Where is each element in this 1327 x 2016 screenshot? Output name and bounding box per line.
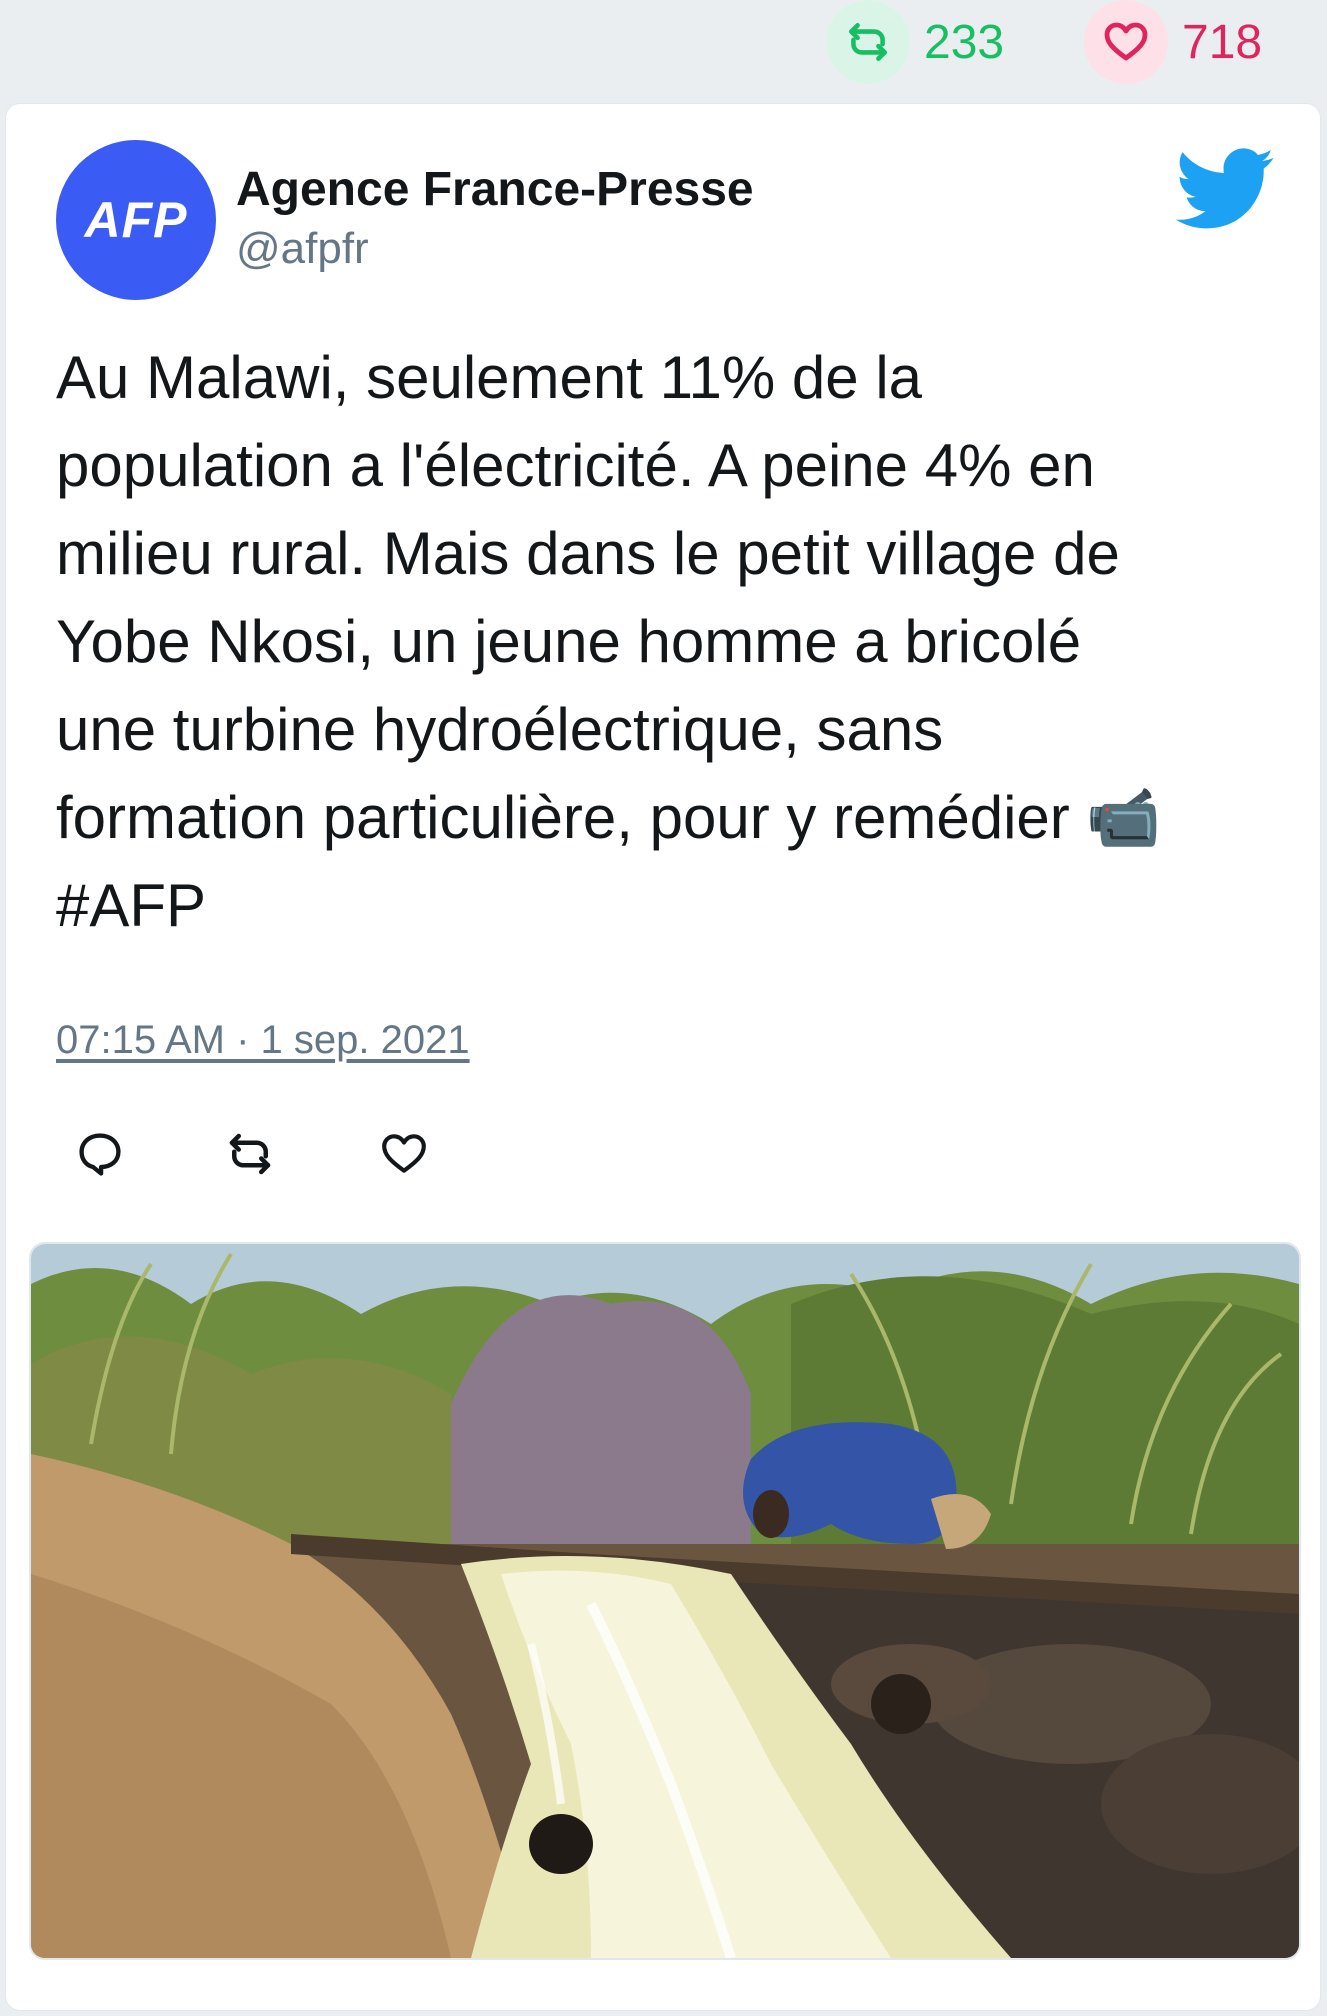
- retweet-count: 233: [924, 15, 1005, 69]
- avatar[interactable]: AFP: [56, 140, 216, 300]
- author-name[interactable]: Agence France-Presse: [236, 162, 754, 217]
- avatar-text: AFP: [84, 192, 188, 248]
- retweet-button[interactable]: [220, 1124, 280, 1184]
- retweet-icon: [229, 1133, 271, 1175]
- heart-icon: [1084, 0, 1168, 84]
- tweet-text: Au Malawi, seulement 11% de la populatio…: [56, 344, 1162, 939]
- retweet-icon: [826, 0, 910, 84]
- retweet-count-stat[interactable]: 233: [826, 0, 1004, 84]
- twitter-bird-icon[interactable]: [1175, 148, 1276, 230]
- video-thumbnail[interactable]: [29, 1242, 1301, 1960]
- heart-icon: [382, 1134, 426, 1173]
- like-count: 718: [1182, 15, 1263, 69]
- reply-button[interactable]: [70, 1124, 130, 1184]
- engagement-stats: 233 718: [0, 0, 1327, 100]
- like-count-stat[interactable]: 718: [1084, 0, 1262, 84]
- tweet-timestamp[interactable]: 07:15 AM · 1 sep. 2021: [56, 1018, 470, 1063]
- like-button[interactable]: [374, 1124, 434, 1184]
- author-handle[interactable]: @afpfr: [236, 224, 369, 274]
- reply-icon: [79, 1133, 121, 1176]
- tweet-card: AFP Agence France-Presse @afpfr Au Malaw…: [6, 104, 1320, 2010]
